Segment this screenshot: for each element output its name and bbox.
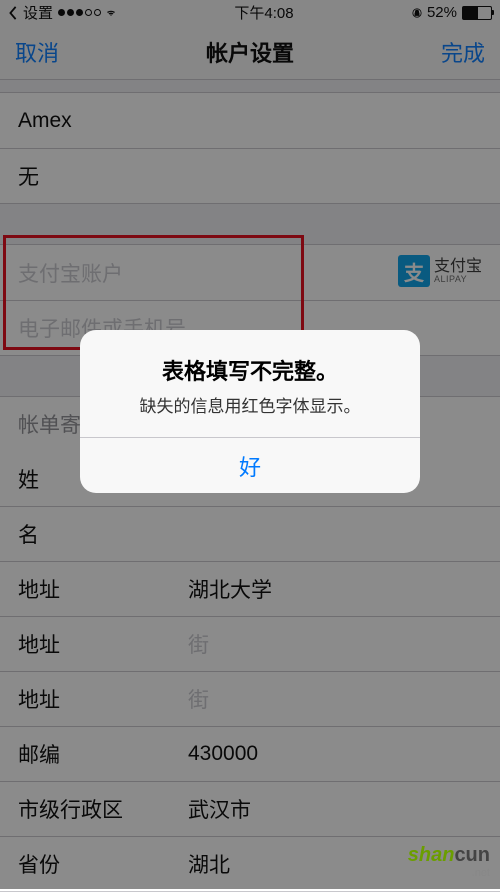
watermark: shancun .net — [408, 844, 490, 879]
alert-ok-button[interactable]: 好 — [80, 437, 420, 493]
alert-title: 表格填写不完整。 — [100, 354, 400, 386]
alert-message: 缺失的信息用红色字体显示。 — [100, 392, 400, 417]
modal-overlay: 表格填写不完整。 缺失的信息用红色字体显示。 好 — [0, 0, 500, 889]
alert-dialog: 表格填写不完整。 缺失的信息用红色字体显示。 好 — [80, 330, 420, 493]
